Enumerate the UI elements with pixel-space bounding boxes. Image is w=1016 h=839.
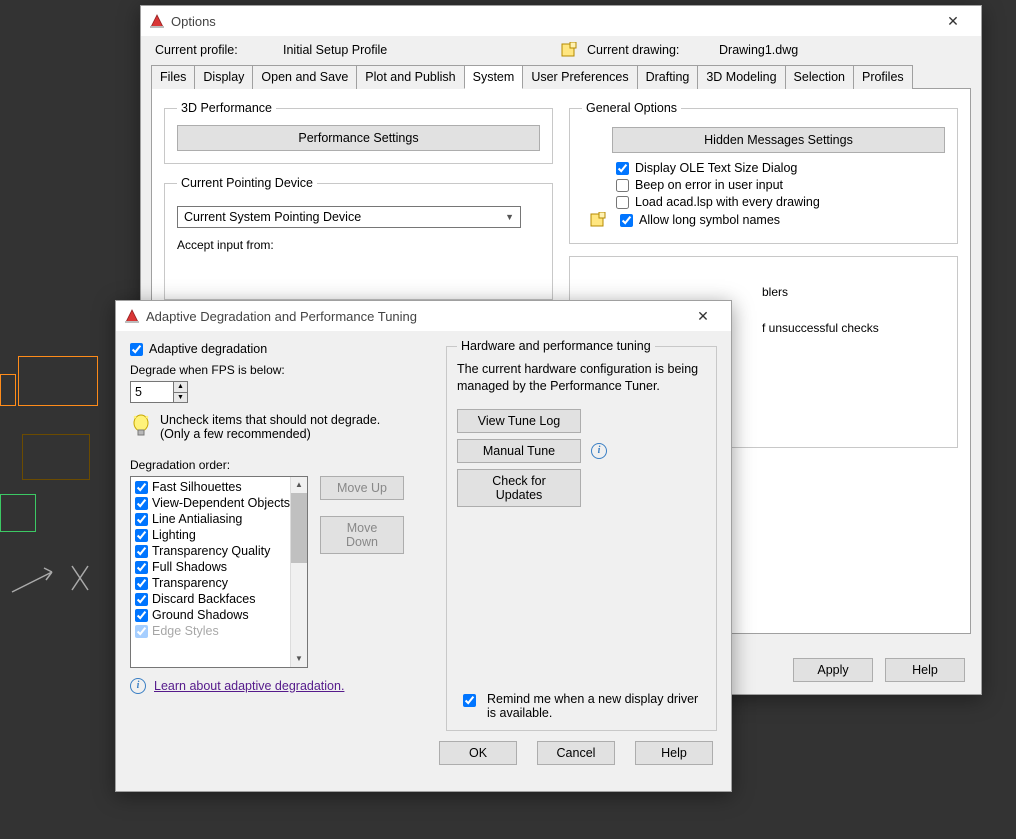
adaptive-help-button[interactable]: Help (635, 741, 713, 765)
accept-input-label: Accept input from: (177, 238, 540, 252)
adaptive-left-pane: Adaptive degradation Degrade when FPS is… (130, 339, 430, 729)
drawing-value: Drawing1.dwg (719, 43, 798, 57)
bg-arrow (10, 558, 90, 598)
list-item: Transparency Quality (133, 543, 305, 559)
scroll-up-icon[interactable]: ▲ (291, 477, 307, 493)
move-down-button[interactable]: Move Down (320, 516, 404, 554)
display-ole-checkbox[interactable]: Display OLE Text Size Dialog (616, 161, 945, 175)
options-apply-button[interactable]: Apply (793, 658, 873, 682)
legend-general-options: General Options (582, 101, 681, 115)
tab-system[interactable]: System (464, 65, 524, 89)
pointing-device-select[interactable]: Current System Pointing Device ▼ (177, 206, 521, 228)
fieldset-hardware-tuning: Hardware and performance tuning The curr… (446, 339, 717, 731)
obscured-text-2: f unsuccessful checks (762, 321, 945, 335)
scrollbar-thumb[interactable] (291, 493, 307, 563)
bg-rect (22, 434, 90, 480)
list-item: Transparency (133, 575, 305, 591)
fieldset-general-options: General Options Hidden Messages Settings… (569, 101, 958, 244)
profile-row: Current profile: Initial Setup Profile C… (141, 36, 981, 60)
scroll-down-icon[interactable]: ▼ (291, 651, 307, 667)
hardware-description: The current hardware configuration is be… (457, 361, 706, 395)
allow-long-checkbox[interactable] (620, 214, 633, 227)
legend-pointing-device: Current Pointing Device (177, 176, 317, 190)
hint-line2: (Only a few recommended) (160, 427, 380, 441)
performance-settings-button[interactable]: Performance Settings (177, 125, 540, 151)
degradation-order-label: Degradation order: (130, 458, 430, 472)
adaptive-right-pane: Hardware and performance tuning The curr… (446, 339, 717, 729)
adaptive-dialog: Adaptive Degradation and Performance Tun… (115, 300, 732, 792)
allow-long-row: Allow long symbol names (590, 212, 945, 228)
bg-rect (0, 494, 36, 532)
profile-value: Initial Setup Profile (283, 43, 561, 57)
list-item: Lighting (133, 527, 305, 543)
close-icon[interactable]: ✕ (933, 9, 973, 34)
fps-input[interactable] (131, 382, 173, 402)
drawing-file-icon (590, 212, 606, 228)
manual-tune-button[interactable]: Manual Tune (457, 439, 581, 463)
tab-plot-publish[interactable]: Plot and Publish (356, 65, 464, 89)
degradation-order-listbox[interactable]: Fast Silhouettes View-Dependent Objects … (130, 476, 308, 668)
app-icon (149, 13, 165, 29)
profile-label: Current profile: (155, 43, 283, 57)
spin-up-icon[interactable]: ▲ (174, 382, 187, 393)
hint-row: Uncheck items that should not degrade. (… (130, 413, 430, 444)
legend-hardware-tuning: Hardware and performance tuning (457, 339, 655, 353)
legend-3d-performance: 3D Performance (177, 101, 276, 115)
close-icon[interactable]: ✕ (683, 304, 723, 329)
pointing-device-value: Current System Pointing Device (184, 210, 361, 224)
tab-3d-modeling[interactable]: 3D Modeling (697, 65, 785, 89)
info-icon: i (591, 443, 607, 459)
adaptive-title: Adaptive Degradation and Performance Tun… (146, 309, 683, 324)
obscured-text-1: blers (762, 285, 945, 299)
lightbulb-icon (130, 413, 152, 444)
adaptive-cancel-button[interactable]: Cancel (537, 741, 615, 765)
tab-user-preferences[interactable]: User Preferences (522, 65, 637, 89)
list-item: Fast Silhouettes (133, 479, 305, 495)
tab-selection[interactable]: Selection (785, 65, 854, 89)
beep-error-checkbox[interactable]: Beep on error in user input (616, 178, 945, 192)
list-item: Line Antialiasing (133, 511, 305, 527)
options-tabs: Files Display Open and Save Plot and Pub… (151, 64, 971, 89)
adaptive-button-row: OK Cancel Help (116, 733, 731, 779)
tab-files[interactable]: Files (151, 65, 195, 89)
bg-rect (18, 356, 98, 406)
options-help-button[interactable]: Help (885, 658, 965, 682)
options-title: Options (171, 14, 933, 29)
adaptive-body: Adaptive degradation Degrade when FPS is… (116, 331, 731, 733)
learn-link[interactable]: Learn about adaptive degradation. (154, 679, 344, 693)
tab-display[interactable]: Display (194, 65, 253, 89)
check-updates-button[interactable]: Check for Updates (457, 469, 581, 507)
tab-drafting[interactable]: Drafting (637, 65, 699, 89)
adaptive-ok-button[interactable]: OK (439, 741, 517, 765)
options-titlebar[interactable]: Options ✕ (141, 6, 981, 36)
adaptive-titlebar[interactable]: Adaptive Degradation and Performance Tun… (116, 301, 731, 331)
hidden-messages-button[interactable]: Hidden Messages Settings (612, 127, 945, 153)
bg-rect (0, 374, 16, 406)
list-item: Edge Styles (133, 623, 305, 639)
chevron-down-icon: ▼ (505, 212, 514, 222)
fieldset-3d-performance: 3D Performance Performance Settings (164, 101, 553, 164)
spin-down-icon[interactable]: ▼ (174, 393, 187, 403)
tab-open-save[interactable]: Open and Save (252, 65, 357, 89)
list-item: View-Dependent Objects (133, 495, 305, 511)
tab-profiles[interactable]: Profiles (853, 65, 913, 89)
move-up-button[interactable]: Move Up (320, 476, 404, 500)
view-tune-log-button[interactable]: View Tune Log (457, 409, 581, 433)
degrade-fps-label: Degrade when FPS is below: (130, 363, 430, 377)
list-item: Ground Shadows (133, 607, 305, 623)
app-icon (124, 308, 140, 324)
list-item: Full Shadows (133, 559, 305, 575)
drawing-label: Current drawing: (587, 43, 719, 57)
load-acad-checkbox[interactable]: Load acad.lsp with every drawing (616, 195, 945, 209)
list-item: Discard Backfaces (133, 591, 305, 607)
drawing-file-icon (561, 42, 577, 58)
info-icon: i (130, 678, 146, 694)
fps-spinbox[interactable]: ▲▼ (130, 381, 188, 403)
adaptive-degradation-checkbox[interactable]: Adaptive degradation (130, 342, 430, 356)
hint-line1: Uncheck items that should not degrade. (160, 413, 380, 427)
fieldset-pointing-device: Current Pointing Device Current System P… (164, 176, 553, 300)
remind-checkbox[interactable]: Remind me when a new display driver is a… (459, 692, 704, 720)
